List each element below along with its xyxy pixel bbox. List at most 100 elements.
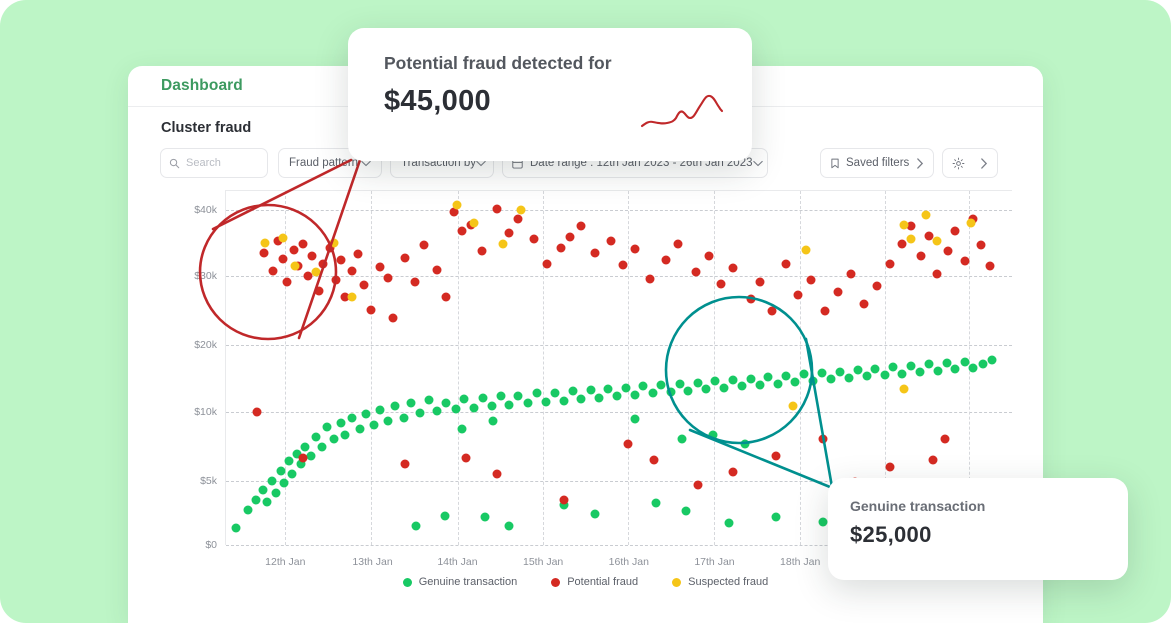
scatter-point[interactable] [559,495,568,504]
scatter-point[interactable] [646,274,655,283]
scatter-point[interactable] [306,451,315,460]
scatter-point[interactable] [985,262,994,271]
scatter-point[interactable] [800,370,809,379]
scatter-point[interactable] [612,392,621,401]
scatter-point[interactable] [332,275,341,284]
scatter-point[interactable] [424,395,433,404]
scatter-point[interactable] [710,377,719,386]
scatter-point[interactable] [756,278,765,287]
scatter-point[interactable] [650,456,659,465]
scatter-point[interactable] [889,363,898,372]
scatter-point[interactable] [469,403,478,412]
scatter-point[interactable] [347,266,356,275]
scatter-point[interactable] [376,263,385,272]
scatter-point[interactable] [791,378,800,387]
scatter-point[interactable] [844,373,853,382]
scatter-point[interactable] [705,252,714,261]
scatter-point[interactable] [420,240,429,249]
scatter-point[interactable] [479,394,488,403]
scatter-point[interactable] [860,300,869,309]
scatter-point[interactable] [271,488,280,497]
scatter-point[interactable] [453,201,462,210]
scatter-point[interactable] [675,379,684,388]
scatter-point[interactable] [740,440,749,449]
scatter-point[interactable] [253,408,262,417]
scatter-point[interactable] [755,380,764,389]
scatter-point[interactable] [383,417,392,426]
scatter-point[interactable] [336,418,345,427]
scatter-point[interactable] [988,355,997,364]
scatter-point[interactable] [232,524,241,533]
scatter-point[interactable] [457,424,466,433]
scatter-point[interactable] [460,395,469,404]
scatter-point[interactable] [921,211,930,220]
scatter-point[interactable] [514,391,523,400]
scatter-point[interactable] [897,369,906,378]
scatter-point[interactable] [941,434,950,443]
scatter-point[interactable] [440,511,449,520]
scatter-point[interactable] [951,365,960,374]
scatter-point[interactable] [846,270,855,279]
scatter-point[interactable] [720,383,729,392]
scatter-point[interactable] [390,401,399,410]
scatter-point[interactable] [493,204,502,213]
scatter-point[interactable] [853,366,862,375]
scatter-point[interactable] [747,374,756,383]
scatter-point[interactable] [586,385,595,394]
scatter-point[interactable] [728,264,737,273]
scatter-point[interactable] [308,252,317,261]
legend-item[interactable]: Genuine transaction [403,576,517,588]
scatter-point[interactable] [684,386,693,395]
scatter-point[interactable] [498,240,507,249]
scatter-point[interactable] [401,459,410,468]
scatter-point[interactable] [666,388,675,397]
scatter-point[interactable] [261,239,270,248]
scatter-point[interactable] [388,314,397,323]
scatter-point[interactable] [361,410,370,419]
scatter-point[interactable] [478,247,487,256]
scatter-point[interactable] [347,413,356,422]
scatter-point[interactable] [728,376,737,385]
scatter-point[interactable] [559,396,568,405]
scatter-point[interactable] [630,245,639,254]
scatter-point[interactable] [782,371,791,380]
scatter-point[interactable] [354,250,363,259]
scatter-point[interactable] [772,512,781,521]
scatter-point[interactable] [514,214,523,223]
scatter-point[interactable] [772,451,781,460]
scatter-point[interactable] [702,385,711,394]
scatter-point[interactable] [693,480,702,489]
scatter-point[interactable] [347,293,356,302]
scatter-point[interactable] [312,433,321,442]
scatter-point[interactable] [330,239,339,248]
scatter-point[interactable] [651,498,660,507]
scatter-point[interactable] [737,382,746,391]
scatter-point[interactable] [541,397,550,406]
scatter-point[interactable] [416,409,425,418]
legend-item[interactable]: Suspected fraud [672,576,768,588]
scatter-point[interactable] [871,364,880,373]
scatter-point[interactable] [648,389,657,398]
scatter-point[interactable] [969,364,978,373]
scatter-point[interactable] [267,476,276,485]
scatter-point[interactable] [907,221,916,230]
scatter-point[interactable] [341,431,350,440]
scatter-point[interactable] [899,220,908,229]
scatter-point[interactable] [259,248,268,257]
scatter-point[interactable] [802,246,811,255]
scatter-point[interactable] [289,246,298,255]
scatter-point[interactable] [277,467,286,476]
scatter-point[interactable] [312,268,321,277]
scatter-point[interactable] [530,234,539,243]
scatter-point[interactable] [789,402,798,411]
scatter-point[interactable] [819,434,828,443]
scatter-point[interactable] [523,399,532,408]
scatter-point[interactable] [942,359,951,368]
scatter-point[interactable] [399,413,408,422]
scatter-point[interactable] [794,291,803,300]
scatter-point[interactable] [504,228,513,237]
scatter-point[interactable] [323,423,332,432]
scatter-point[interactable] [244,505,253,514]
scatter-point[interactable] [504,522,513,531]
settings-button[interactable] [942,148,998,178]
